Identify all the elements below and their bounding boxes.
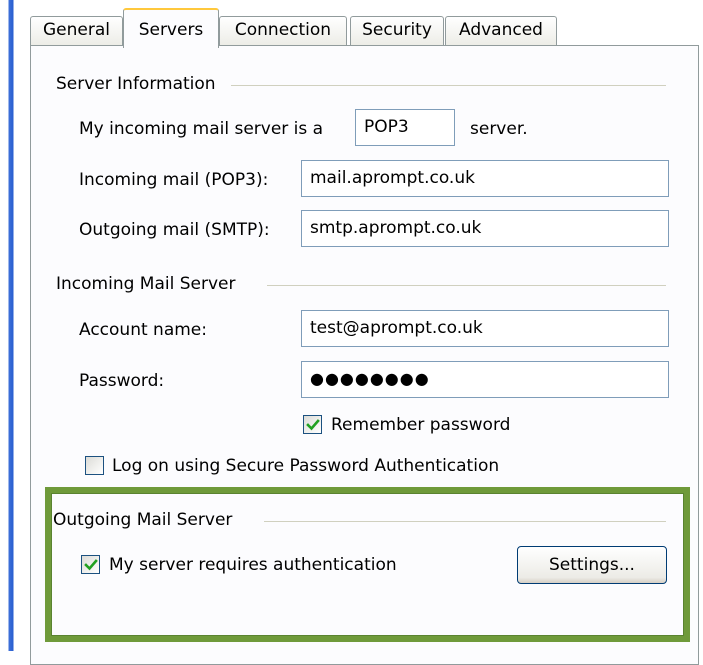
remember-password-label[interactable]: Remember password [331,415,510,435]
window-frame-left [0,0,22,651]
secure-password-auth-checkbox[interactable] [85,456,104,475]
incoming-type-suffix: server. [470,119,528,139]
tab-advanced[interactable]: Advanced [445,16,557,46]
settings-button[interactable]: Settings... [517,546,667,584]
remember-password-checkbox[interactable] [303,415,322,434]
tab-general[interactable]: General [30,16,123,46]
requires-authentication-label[interactable]: My server requires authentication [109,555,397,575]
requires-authentication-checkbox[interactable] [81,555,100,574]
incoming-mail-server-input[interactable]: mail.aprompt.co.uk [301,160,669,197]
outgoing-mail-server-title: Outgoing Mail Server [53,510,233,530]
account-name-label: Account name: [79,320,207,340]
account-name-input[interactable]: test@aprompt.co.uk [301,310,669,347]
secure-password-auth-label[interactable]: Log on using Secure Password Authenticat… [112,456,499,476]
group-divider [267,285,666,286]
checkmark-icon [84,559,98,571]
group-divider [264,521,666,522]
password-label: Password: [79,371,165,391]
incoming-mail-label: Incoming mail (POP3): [79,170,269,190]
outgoing-mail-label: Outgoing mail (SMTP): [79,220,270,240]
tab-servers[interactable]: Servers [123,8,219,48]
password-input[interactable]: ●●●●●●●● [301,361,669,398]
tab-connection[interactable]: Connection [219,16,347,46]
incoming-mail-server-title: Incoming Mail Server [56,274,236,294]
checkmark-icon [306,419,320,431]
incoming-server-type-field: POP3 [355,109,455,146]
server-information-title: Server Information [56,74,216,94]
group-divider [231,85,666,86]
servers-tab-panel: Server Information My incoming mail serv… [30,45,699,665]
tab-security[interactable]: Security [350,16,444,46]
outgoing-mail-server-input[interactable]: smtp.aprompt.co.uk [301,210,669,247]
incoming-type-prefix: My incoming mail server is a [79,119,324,139]
